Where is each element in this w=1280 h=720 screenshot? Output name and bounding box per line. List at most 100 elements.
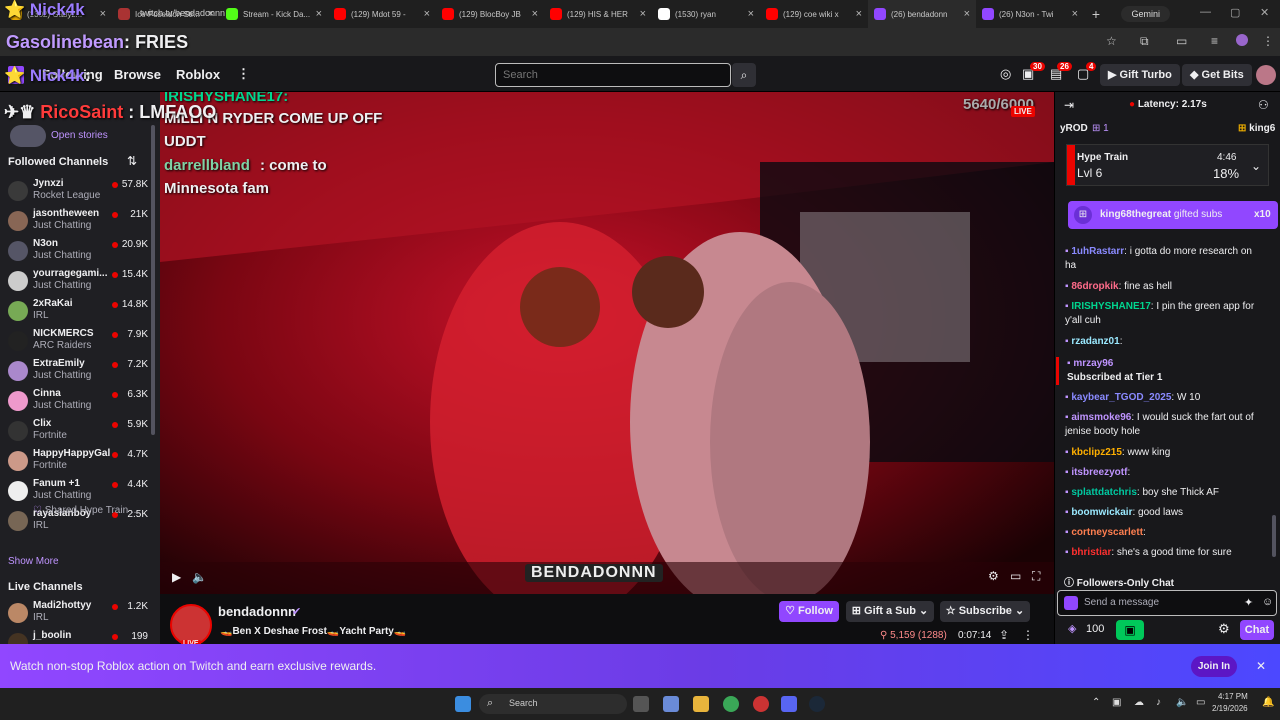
- extensions-icon[interactable]: ⧉: [1140, 34, 1149, 49]
- close-tab-icon[interactable]: ×: [640, 8, 646, 20]
- chevron-down-icon[interactable]: ⌄: [1251, 159, 1261, 173]
- media-icon[interactable]: ≡: [1211, 34, 1218, 48]
- browser-tab[interactable]: (26) bendadonn ×: [868, 0, 976, 28]
- gift-sub-button[interactable]: ⊞ Gift a Sub ⌄: [846, 601, 934, 622]
- nav-browse[interactable]: Browse: [114, 67, 161, 82]
- chat-username[interactable]: IRISHYSHANE17: [1071, 301, 1150, 312]
- channel-points-icon[interactable]: ◈: [1068, 622, 1076, 635]
- collapse-chat-icon[interactable]: ⇥: [1064, 98, 1074, 112]
- hype-train-card[interactable]: Hype Train Lvl 6 4:46 18% ⌄: [1066, 144, 1269, 186]
- sort-icon[interactable]: ⇅: [127, 154, 137, 168]
- close-window-icon[interactable]: ✕: [1260, 6, 1269, 19]
- browser-tab[interactable]: (1530) ryan ×: [652, 0, 760, 28]
- subscribe-button[interactable]: ☆ Subscribe ⌄: [940, 601, 1030, 622]
- chat-username[interactable]: cortneyscarlett: [1071, 527, 1143, 538]
- steam-icon[interactable]: [809, 696, 825, 712]
- browser-tab[interactable]: (129) BlocBoy JB ×: [436, 0, 544, 28]
- chat-settings-icon[interactable]: ⚙: [1218, 621, 1230, 637]
- gift-turbo-button[interactable]: ▶ Gift Turbo: [1100, 64, 1180, 86]
- chrome-alt-icon[interactable]: [753, 696, 769, 712]
- new-tab-button[interactable]: +: [1084, 6, 1108, 22]
- windows-start-icon[interactable]: [455, 696, 471, 712]
- chat-username[interactable]: kaybear_TGOD_2025: [1071, 392, 1171, 403]
- task-view-icon[interactable]: [633, 696, 649, 712]
- file-explorer-icon[interactable]: [693, 696, 709, 712]
- address-bar[interactable]: [0, 28, 1280, 56]
- channel-name[interactable]: bendadonnn: [218, 604, 296, 619]
- chat-scrollbar[interactable]: [1272, 515, 1276, 557]
- share-icon[interactable]: ⇪: [999, 628, 1009, 642]
- bookmark-star-icon[interactable]: ☆: [1106, 34, 1117, 48]
- nav-more-icon[interactable]: ⋮: [237, 66, 250, 82]
- chat-username[interactable]: 1uhRastarr: [1071, 246, 1124, 257]
- chrome-icon[interactable]: [723, 696, 739, 712]
- sidebar-channel-item[interactable]: yourragegami... Just Chatting 15.4K: [6, 268, 152, 298]
- minimize-icon[interactable]: —: [1200, 6, 1211, 18]
- search-button[interactable]: ⌕: [732, 63, 756, 87]
- settings-gear-icon[interactable]: ⚙: [988, 569, 999, 583]
- more-options-icon[interactable]: ⋮: [1022, 628, 1034, 642]
- browser-tab[interactable]: Stream - Kick Da... ×: [220, 0, 328, 28]
- clock-time[interactable]: 4:17 PM: [1218, 692, 1248, 701]
- open-stories-link[interactable]: Open stories: [51, 130, 108, 141]
- profile-avatar[interactable]: [1236, 34, 1248, 46]
- prime-icon[interactable]: ◎: [1000, 66, 1011, 82]
- browser-tab[interactable]: (26) N3on - Twi ×: [976, 0, 1084, 28]
- sidebar-channel-item[interactable]: NICKMERCS ARC Raiders 7.9K: [6, 328, 152, 358]
- browser-tab[interactable]: (129) coe wiki x ×: [760, 0, 868, 28]
- sidebar-channel-item[interactable]: Clix Fortnite 5.9K: [6, 418, 152, 448]
- sidebar-channel-item[interactable]: jasontheween Just Chatting 21K: [6, 208, 152, 238]
- chat-username[interactable]: splattdatchris: [1071, 487, 1137, 498]
- browser-tab[interactable]: (129) HIS & HER ×: [544, 0, 652, 28]
- sidebar-channel-item[interactable]: Cinna Just Chatting 6.3K: [6, 388, 152, 418]
- sidebar-scrollbar[interactable]: [151, 125, 155, 435]
- sidebar-channel-item[interactable]: ExtraEmily Just Chatting 7.2K: [6, 358, 152, 388]
- close-tab-icon[interactable]: ×: [1072, 8, 1078, 20]
- close-tab-icon[interactable]: ×: [316, 8, 322, 20]
- close-banner-icon[interactable]: ✕: [1256, 659, 1266, 673]
- chat-username[interactable]: rzadanz01: [1071, 336, 1119, 347]
- chat-username[interactable]: aimsmoke96: [1071, 412, 1131, 423]
- chat-username[interactable]: mrzay96: [1073, 358, 1113, 369]
- play-icon[interactable]: ▶: [172, 570, 181, 584]
- speaker-icon[interactable]: 🔈: [1176, 697, 1188, 708]
- get-bits-button[interactable]: ◆ Get Bits: [1182, 64, 1252, 86]
- emote-picker-icon[interactable]: ☺: [1262, 596, 1273, 608]
- tray-chevron-icon[interactable]: ⌃: [1092, 697, 1100, 708]
- tray-cloud-icon[interactable]: ☁: [1134, 697, 1144, 708]
- close-tab-icon[interactable]: ×: [532, 8, 538, 20]
- join-in-button[interactable]: Join In: [1191, 656, 1237, 677]
- fullscreen-icon[interactable]: ⛶: [1032, 569, 1040, 584]
- sidebar-channel-item[interactable]: Madi2hottyy IRL 1.2K: [6, 600, 152, 630]
- gemini-button[interactable]: Gemini: [1121, 6, 1170, 22]
- follow-button[interactable]: ♡ Follow: [779, 601, 839, 622]
- microphone-icon[interactable]: ♪: [1156, 697, 1161, 708]
- maximize-icon[interactable]: ▢: [1230, 6, 1240, 19]
- close-tab-icon[interactable]: ×: [100, 8, 106, 20]
- chat-username[interactable]: itsbreezyotf: [1071, 467, 1127, 478]
- sidepanel-icon[interactable]: ▭: [1176, 34, 1187, 48]
- chat-username[interactable]: kbclipz215: [1071, 447, 1122, 458]
- clock-date[interactable]: 2/19/2026: [1212, 704, 1248, 713]
- sidebar-channel-item[interactable]: N3on Just Chatting 20.9K: [6, 238, 152, 268]
- close-tab-icon[interactable]: ×: [424, 8, 430, 20]
- sidebar-channel-item[interactable]: HappyHappyGal Fortnite 4.7K: [6, 448, 152, 478]
- bits-cheer-icon[interactable]: ✦: [1244, 596, 1253, 609]
- community-icon[interactable]: ⚇: [1258, 98, 1269, 112]
- chat-username[interactable]: boomwickair: [1071, 507, 1132, 518]
- theatre-mode-icon[interactable]: ▭: [1010, 569, 1021, 583]
- close-tab-icon[interactable]: ×: [964, 8, 970, 20]
- chat-input[interactable]: Send a message ✦ ☺: [1057, 590, 1277, 616]
- nav-roblox[interactable]: Roblox: [176, 67, 220, 82]
- menu-kebab-icon[interactable]: ⋮: [1262, 34, 1274, 48]
- sidebar-channel-item[interactable]: 2xRaKai IRL 14.8K: [6, 298, 152, 328]
- claim-bonus-icon[interactable]: ▣: [1116, 620, 1144, 640]
- close-tab-icon[interactable]: ×: [856, 8, 862, 20]
- notification-bell-icon[interactable]: 🔔: [1262, 697, 1274, 708]
- copilot-icon[interactable]: [663, 696, 679, 712]
- close-tab-icon[interactable]: ×: [748, 8, 754, 20]
- chat-username[interactable]: bhristiar: [1071, 547, 1111, 558]
- discord-icon[interactable]: [781, 696, 797, 712]
- battery-icon[interactable]: ▭: [1196, 697, 1205, 708]
- sidebar-channel-item[interactable]: Jynxzi Rocket League 57.8K: [6, 178, 152, 208]
